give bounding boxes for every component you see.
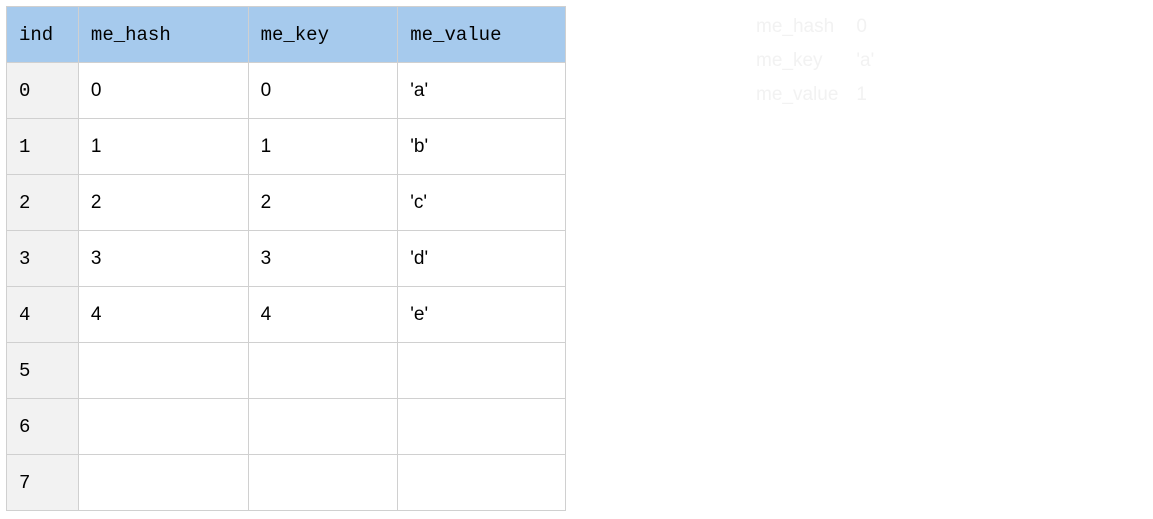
detail-value-key: 'a' bbox=[856, 44, 892, 78]
cell-key bbox=[248, 343, 398, 399]
entry-detail-panel: me_hash 0 me_key 'a' me_value 1 bbox=[756, 10, 892, 511]
header-hash: me_hash bbox=[78, 7, 248, 63]
cell-key: 1 bbox=[248, 119, 398, 175]
detail-row: me_hash 0 bbox=[756, 10, 892, 44]
table-row: 4 4 4 'e' bbox=[7, 287, 566, 343]
table-row: 5 bbox=[7, 343, 566, 399]
cell-value: 'b' bbox=[398, 119, 566, 175]
table-row: 1 1 1 'b' bbox=[7, 119, 566, 175]
cell-value: 'c' bbox=[398, 175, 566, 231]
cell-hash: 4 bbox=[78, 287, 248, 343]
cell-hash: 1 bbox=[78, 119, 248, 175]
cell-key: 0 bbox=[248, 63, 398, 119]
table-row: 0 0 0 'a' bbox=[7, 63, 566, 119]
detail-row: me_value 1 bbox=[756, 78, 892, 112]
cell-ind: 6 bbox=[7, 399, 79, 455]
cell-ind: 4 bbox=[7, 287, 79, 343]
table-row: 7 bbox=[7, 455, 566, 511]
cell-key: 2 bbox=[248, 175, 398, 231]
cell-value bbox=[398, 343, 566, 399]
cell-hash bbox=[78, 455, 248, 511]
detail-value-hash: 0 bbox=[856, 10, 892, 44]
cell-value: 'd' bbox=[398, 231, 566, 287]
table-row: 6 bbox=[7, 399, 566, 455]
table-header-row: ind me_hash me_key me_value bbox=[7, 7, 566, 63]
detail-label-key: me_key bbox=[756, 44, 856, 78]
entry-detail-table: me_hash 0 me_key 'a' me_value 1 bbox=[756, 10, 892, 112]
cell-key bbox=[248, 399, 398, 455]
cell-hash bbox=[78, 399, 248, 455]
detail-row: me_key 'a' bbox=[756, 44, 892, 78]
header-key: me_key bbox=[248, 7, 398, 63]
table-row: 3 3 3 'd' bbox=[7, 231, 566, 287]
cell-hash: 2 bbox=[78, 175, 248, 231]
detail-label-value: me_value bbox=[756, 78, 856, 112]
cell-ind: 7 bbox=[7, 455, 79, 511]
cell-hash bbox=[78, 343, 248, 399]
cell-ind: 1 bbox=[7, 119, 79, 175]
header-ind: ind bbox=[7, 7, 79, 63]
detail-label-hash: me_hash bbox=[756, 10, 856, 44]
cell-value: 'e' bbox=[398, 287, 566, 343]
cell-ind: 3 bbox=[7, 231, 79, 287]
cell-ind: 0 bbox=[7, 63, 79, 119]
cell-ind: 2 bbox=[7, 175, 79, 231]
header-value: me_value bbox=[398, 7, 566, 63]
cell-value: 'a' bbox=[398, 63, 566, 119]
table-row: 2 2 2 'c' bbox=[7, 175, 566, 231]
cell-ind: 5 bbox=[7, 343, 79, 399]
cell-hash: 3 bbox=[78, 231, 248, 287]
cell-key bbox=[248, 455, 398, 511]
hash-table: ind me_hash me_key me_value 0 0 0 'a' 1 … bbox=[6, 6, 566, 511]
cell-key: 4 bbox=[248, 287, 398, 343]
cell-value bbox=[398, 399, 566, 455]
detail-value-value: 1 bbox=[856, 78, 892, 112]
cell-value bbox=[398, 455, 566, 511]
cell-hash: 0 bbox=[78, 63, 248, 119]
cell-key: 3 bbox=[248, 231, 398, 287]
